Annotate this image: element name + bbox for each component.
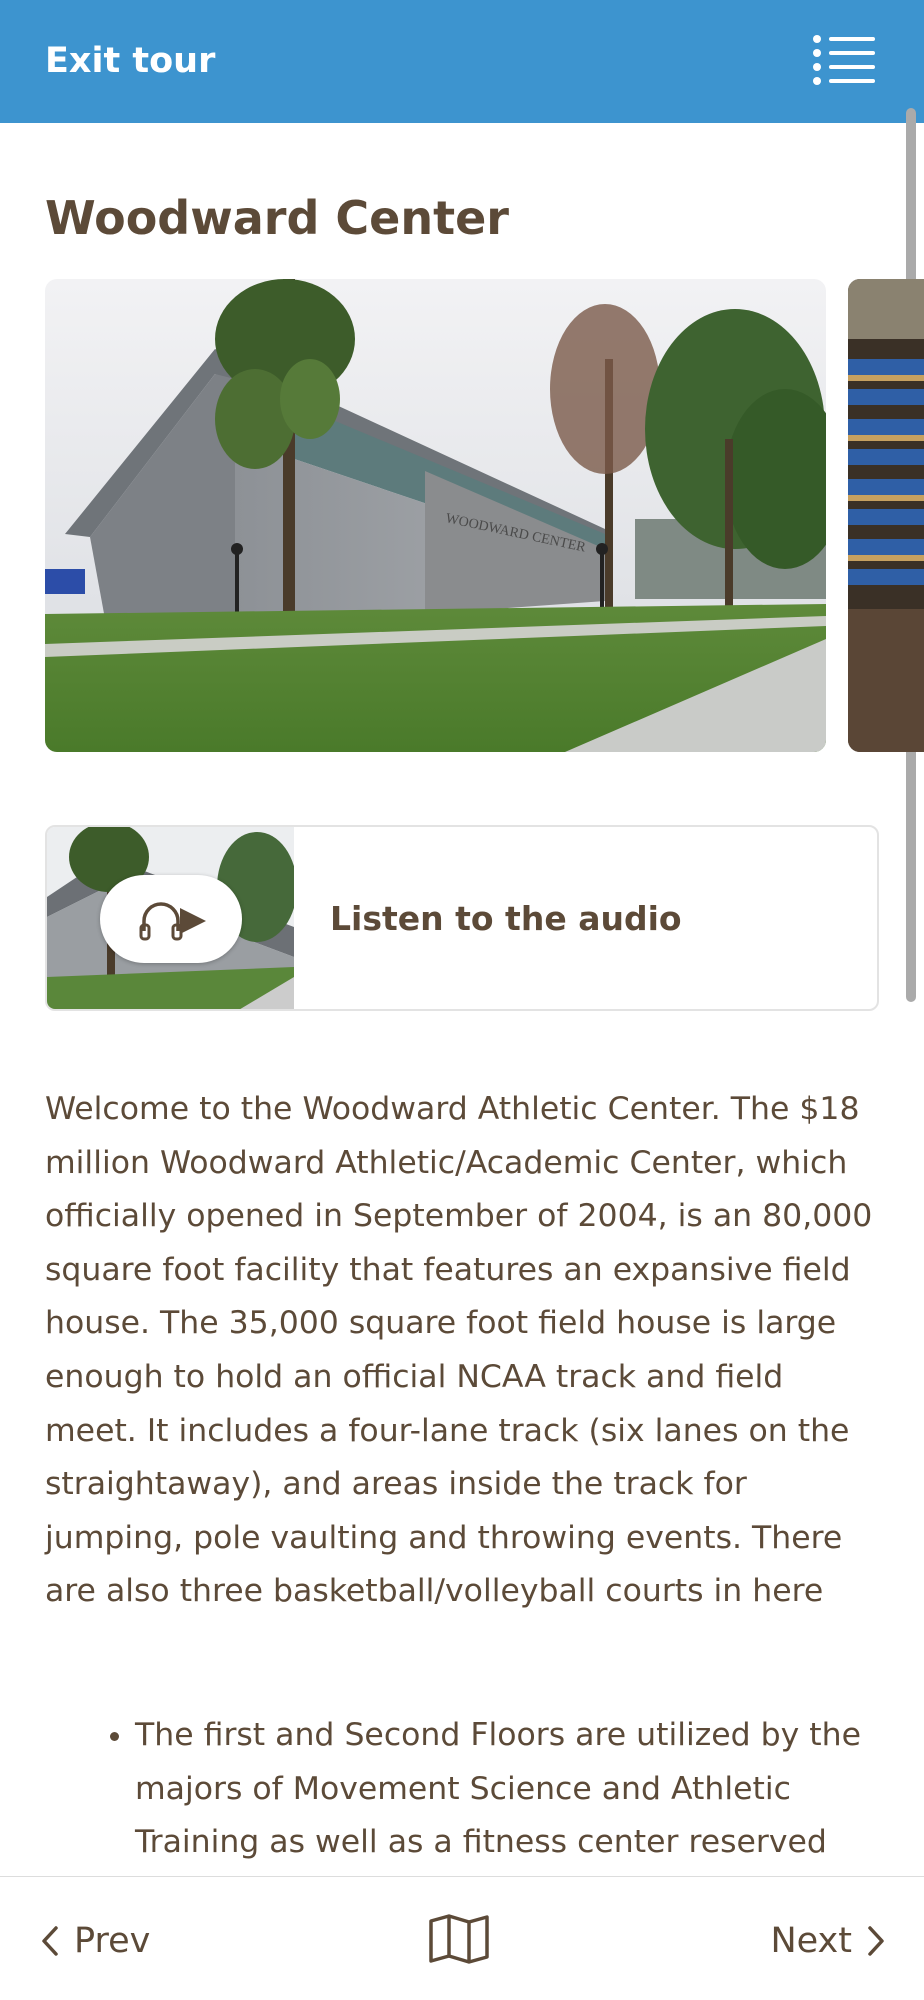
stop-description: Welcome to the Woodward Athletic Center.…	[45, 1091, 873, 1610]
prev-label: Prev	[74, 1921, 151, 1961]
map-icon[interactable]	[428, 1913, 490, 1965]
headphones-play-icon[interactable]	[100, 875, 242, 963]
next-label: Next	[770, 1921, 852, 1961]
description-bullet-list: The first and Second Floors are utilized…	[45, 1709, 885, 1870]
field-house-bleachers-photo[interactable]	[848, 279, 924, 752]
audio-card[interactable]: Listen to the audio	[45, 825, 879, 1011]
next-button[interactable]: Next	[770, 1915, 886, 1967]
prev-button[interactable]: Prev	[40, 1915, 150, 1967]
chevron-left-icon	[42, 1926, 58, 1956]
top-bar: Exit tour	[0, 0, 924, 123]
page-title: Woodward Center	[45, 191, 509, 245]
listen-audio-label: Listen to the audio	[330, 899, 682, 938]
exit-tour-button[interactable]: Exit tour	[45, 38, 215, 84]
list-menu-icon[interactable]	[812, 30, 878, 90]
bottom-nav-bar: Prev Next	[0, 1876, 924, 2000]
list-item: The first and Second Floors are utilized…	[135, 1709, 885, 1870]
chevron-right-icon	[868, 1926, 884, 1956]
woodward-center-exterior-photo[interactable]: WOODWARD CENTER	[45, 279, 826, 752]
